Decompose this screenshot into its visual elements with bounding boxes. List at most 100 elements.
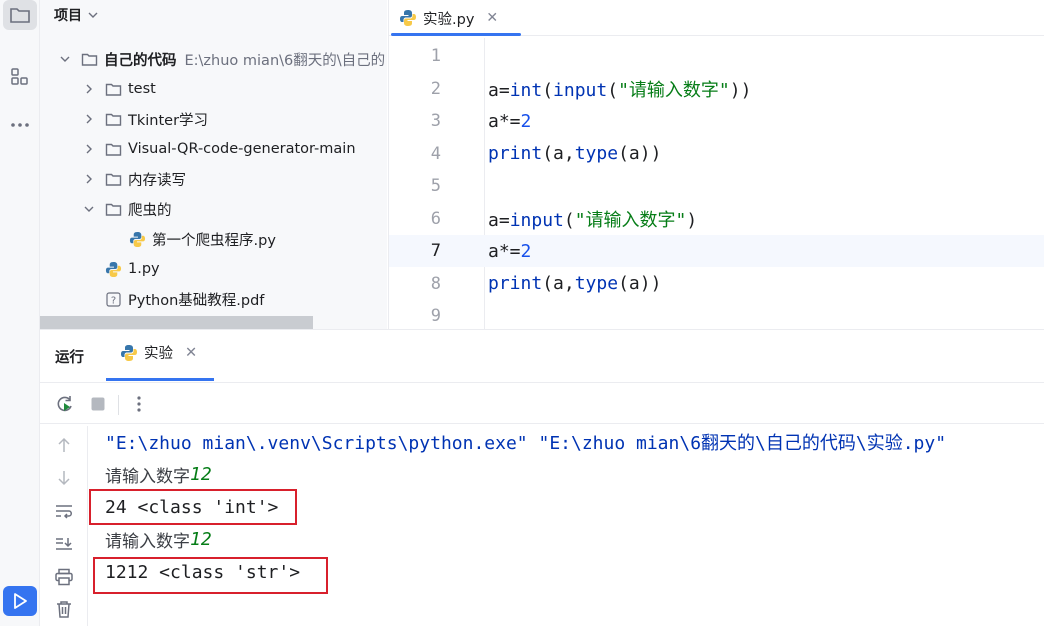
line-number: 8 xyxy=(430,273,441,294)
highlight-box xyxy=(89,489,297,525)
code-token: a*= xyxy=(488,110,521,132)
python-file-icon xyxy=(104,261,122,277)
tree-item-4[interactable]: 内存读写 xyxy=(40,164,387,194)
console-output[interactable]: "E:\zhuo mian\.venv\Scripts\python.exe" … xyxy=(100,426,1040,626)
soft-wrap-icon xyxy=(56,505,72,519)
run-panel: 运行 实验 ✕ "E:\zhuo mian\.venv\Scripts\pyth… xyxy=(40,329,1044,626)
code-token: ( xyxy=(607,79,619,101)
tree-item-6[interactable]: 第一个爬虫程序.py xyxy=(40,224,387,254)
unknown-file-icon: ? xyxy=(104,291,122,307)
code-line[interactable]: 6 a=input("请输入数字") xyxy=(389,203,1044,235)
code-text: a=input("请输入数字") xyxy=(488,206,697,232)
code-text: print(a,type(a)) xyxy=(488,143,661,164)
close-icon[interactable]: ✕ xyxy=(486,10,498,26)
code-editor: 实验.py ✕ 1 2 a=int(input("请输入数字")) 3 a*=2 4 pri… xyxy=(388,0,1044,329)
code-line[interactable]: 2 a=int(input("请输入数字")) xyxy=(389,73,1044,105)
console-command: "E:\zhuo mian\.venv\Scripts\python.exe" … xyxy=(105,433,947,454)
project-panel-title: 项目 xyxy=(54,8,82,24)
editor-tab-bar: 实验.py ✕ xyxy=(389,0,1044,36)
tree-item-0[interactable]: 自己的代码 E:\zhuo mian\6翻天的\自己的 xyxy=(40,44,387,74)
code-token: int xyxy=(509,79,543,101)
run-toolbar xyxy=(40,382,1044,424)
code-line[interactable]: 8 print(a,type(a)) xyxy=(389,268,1044,300)
clear-console-button[interactable] xyxy=(51,596,77,622)
code-token: print xyxy=(488,273,543,294)
scroll-to-end-button[interactable] xyxy=(51,531,77,557)
console-prompt-line-2: 请输入数字 12 xyxy=(105,523,212,555)
tree-item-label: 爬虫的 xyxy=(128,202,172,219)
line-number: 1 xyxy=(430,46,441,66)
folder-icon xyxy=(104,201,122,217)
stop-icon xyxy=(91,397,105,411)
code-line[interactable]: 5 xyxy=(389,170,1044,202)
tree-item-1[interactable]: test xyxy=(40,74,387,104)
line-number: 7 xyxy=(430,241,441,261)
code-text: a=int(input("请输入数字")) xyxy=(488,76,751,102)
tree-item-5[interactable]: 爬虫的 xyxy=(40,194,387,224)
soft-wrap-button[interactable] xyxy=(51,498,77,524)
code-token: (a)) xyxy=(618,143,662,164)
code-token: a*= xyxy=(488,240,521,262)
code-token: a= xyxy=(488,209,510,231)
folder-icon xyxy=(10,8,30,23)
code-token: (a, xyxy=(542,143,575,164)
tree-item-3[interactable]: Visual-QR-code-generator-main xyxy=(40,134,387,164)
console-prompt: 请输入数字 xyxy=(105,466,190,487)
print-button[interactable] xyxy=(51,564,77,590)
rerun-button[interactable] xyxy=(52,391,78,417)
chevron-right-icon[interactable] xyxy=(82,142,96,156)
run-panel-title: 运行 xyxy=(55,350,84,366)
chevron-down-icon xyxy=(88,7,98,23)
tree-item-2[interactable]: Tkinter学习 xyxy=(40,104,387,134)
editor-tab[interactable]: 实验.py ✕ xyxy=(399,0,498,36)
more-tools-button[interactable] xyxy=(3,110,37,140)
folder-icon xyxy=(104,111,122,127)
tree-item-8[interactable]: ? Python基础教程.pdf xyxy=(40,284,387,314)
run-icon xyxy=(14,593,27,609)
code-text: a*=2 xyxy=(488,111,531,132)
highlight-box xyxy=(93,557,328,594)
code-line[interactable]: 4 print(a,type(a)) xyxy=(389,138,1044,170)
code-token: (a, xyxy=(542,273,575,294)
code-token: a= xyxy=(488,79,510,101)
project-horizontal-scrollbar[interactable] xyxy=(40,316,313,329)
code-token: "请输入数字" xyxy=(574,209,687,231)
tree-item-label: 内存读写 xyxy=(128,172,186,189)
python-file-icon xyxy=(399,9,417,27)
chevron-right-icon[interactable] xyxy=(82,112,96,126)
scroll-down-button[interactable] xyxy=(51,465,77,491)
line-number: 2 xyxy=(430,78,441,99)
project-panel-header[interactable]: 项目 xyxy=(54,4,98,26)
chevron-right-icon[interactable] xyxy=(82,82,96,96)
chevron-down-icon[interactable] xyxy=(58,52,72,66)
folder-icon xyxy=(80,51,98,67)
code-token: 2 xyxy=(520,240,532,262)
structure-tool-button[interactable] xyxy=(3,62,37,92)
tree-item-7[interactable]: 1.py xyxy=(40,254,387,284)
code-line[interactable]: 9 xyxy=(389,300,1044,332)
project-tool-button[interactable] xyxy=(3,0,37,30)
more-horizontal-icon xyxy=(11,123,29,127)
folder-icon xyxy=(104,81,122,97)
code-line[interactable]: 3 a*=2 xyxy=(389,105,1044,137)
close-icon[interactable]: ✕ xyxy=(185,345,197,361)
toolbar-separator xyxy=(118,395,119,415)
chevron-right-icon[interactable] xyxy=(82,172,96,186)
line-number: 9 xyxy=(430,306,441,326)
scroll-up-button[interactable] xyxy=(51,432,77,458)
code-line[interactable]: 7 a*=2 xyxy=(389,235,1044,267)
run-config-tab[interactable]: 实验 ✕ xyxy=(120,342,197,363)
run-tool-button[interactable] xyxy=(3,586,37,616)
chevron-down-icon[interactable] xyxy=(82,202,96,216)
stop-button[interactable] xyxy=(85,391,111,417)
tree-item-label: 自己的代码 xyxy=(104,52,177,69)
more-options-button[interactable] xyxy=(126,391,152,417)
editor-tab-label: 实验.py xyxy=(423,11,475,28)
run-tab-label: 实验 xyxy=(144,346,173,362)
code-line[interactable]: 1 xyxy=(389,40,1044,72)
line-number: 4 xyxy=(430,143,441,164)
code-token: type xyxy=(574,273,619,294)
rerun-icon xyxy=(57,396,72,412)
trash-icon xyxy=(57,601,71,618)
active-tab-indicator xyxy=(391,33,521,36)
